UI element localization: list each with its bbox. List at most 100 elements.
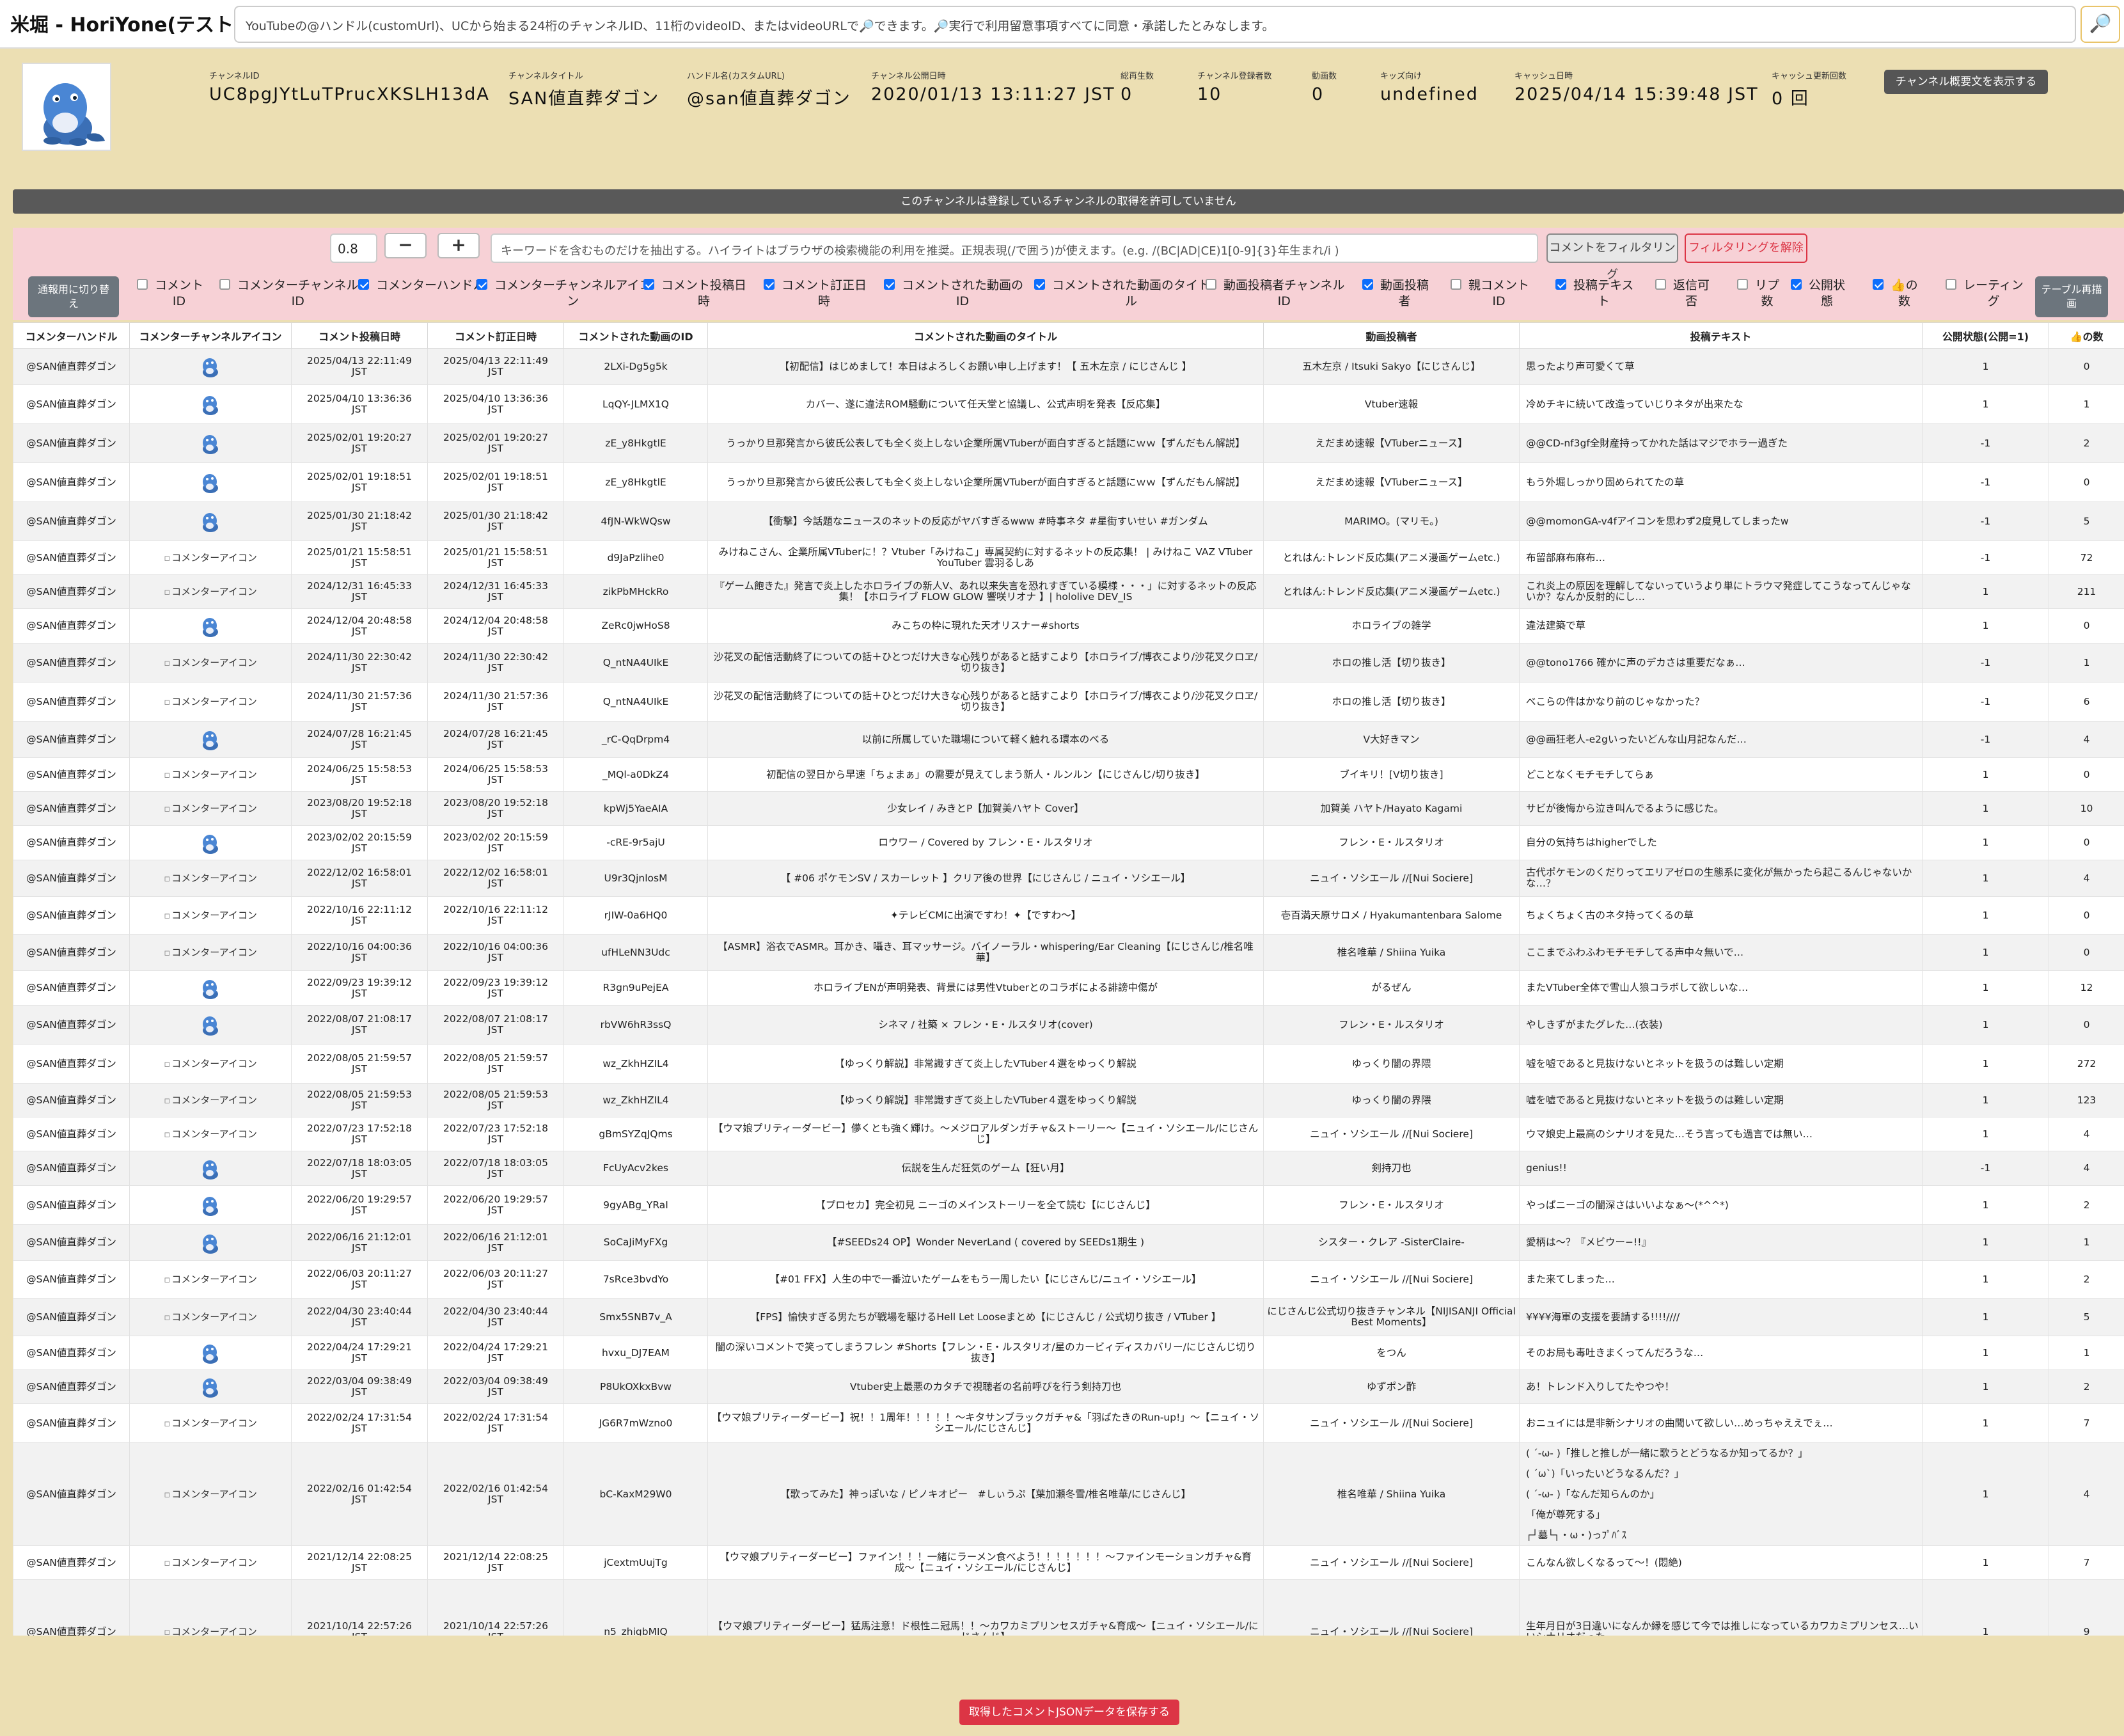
column-toggle-checkbox[interactable] <box>1655 279 1666 290</box>
col-header[interactable]: 👍の数 <box>2049 322 2124 349</box>
filter-comments-button[interactable]: コメントをフィルタリング <box>1546 233 1678 281</box>
cell-posted: 2025/02/01 19:20:27 JST <box>291 423 428 463</box>
table-row[interactable]: @SAN値直葬ダゴン 2022/06/20 19:29:57 JST 2022/06/… <box>13 1185 2124 1225</box>
cell-public-status: 1 <box>1922 1336 2049 1370</box>
column-toggle[interactable]: コメンターハンドル <box>358 278 485 294</box>
col-header[interactable]: コメントされた動画のID <box>563 322 708 349</box>
table-row[interactable]: @SAN値直葬ダゴンコメンターアイコン2022/10/16 22:11:12JS… <box>13 896 2124 935</box>
col-header[interactable]: 投稿テキスト <box>1519 322 1923 349</box>
column-toggle[interactable]: コメント投稿日時 <box>643 278 746 310</box>
table-row[interactable]: @SAN値直葬ダゴンコメンターアイコン2024/11/30 22:30:42JS… <box>13 643 2124 683</box>
column-toggle-checkbox[interactable] <box>1362 279 1373 290</box>
table-row[interactable]: @SAN値直葬ダゴン 2022/06/16 21:12:01 JST 2022/06/… <box>13 1224 2124 1261</box>
table-row[interactable]: @SAN値直葬ダゴン 2022/09/23 19:39:12 JST 2022/09/… <box>13 970 2124 1006</box>
cell-video-id: ZeRc0jwHoS8 <box>563 608 708 643</box>
column-toggle[interactable]: コメント訂正日時 <box>764 278 867 310</box>
table-row[interactable]: @SAN値直葬ダゴンコメンターアイコン2022/12/02 16:58:01JS… <box>13 860 2124 897</box>
column-toggle-checkbox[interactable] <box>219 279 230 290</box>
report-mode-button[interactable]: 通報用に切り替え <box>28 276 119 317</box>
column-toggle-checkbox[interactable] <box>1946 279 1956 290</box>
column-toggle[interactable]: 投稿テキスト <box>1555 278 1633 310</box>
decrement-button[interactable]: − <box>384 233 427 258</box>
table-row[interactable]: @SAN値直葬ダゴンコメンターアイコン2023/08/20 19:52:18JS… <box>13 791 2124 826</box>
table-row[interactable]: @SAN値直葬ダゴン 2025/04/10 13:36:36 JST 2025/04/… <box>13 384 2124 424</box>
column-toggle-checkbox[interactable] <box>1206 279 1216 290</box>
column-toggle-checkbox[interactable] <box>1873 279 1884 290</box>
column-toggle-checkbox[interactable] <box>1451 279 1461 290</box>
cell-public-status: 1 <box>1922 348 2049 385</box>
column-toggle-checkbox[interactable] <box>358 279 369 290</box>
table-row[interactable]: @SAN値直葬ダゴンコメンターアイコン2024/12/31 16:45:33JS… <box>13 574 2124 609</box>
table-row[interactable]: @SAN値直葬ダゴン 2025/02/01 19:18:51 JST 2025/02/… <box>13 462 2124 502</box>
column-toggle-checkbox[interactable] <box>1737 279 1748 290</box>
column-toggle-checkbox[interactable] <box>764 279 775 290</box>
column-toggle[interactable]: 動画投稿者 <box>1362 278 1429 310</box>
table-row[interactable]: @SAN値直葬ダゴンコメンターアイコン2021/12/14 22:08:25JS… <box>13 1545 2124 1580</box>
column-toggle-checkbox[interactable] <box>1034 279 1045 290</box>
col-header[interactable]: 動画投稿者 <box>1263 322 1520 349</box>
table-row[interactable]: @SAN値直葬ダゴン 2022/04/24 17:29:21 JST 2022/04/… <box>13 1336 2124 1370</box>
cell-video-id: JG6R7mWzno0 <box>563 1403 708 1443</box>
table-row[interactable]: @SAN値直葬ダゴンコメンターアイコン2021/10/14 22:57:26JS… <box>13 1579 2124 1636</box>
column-toggle-checkbox[interactable] <box>137 279 148 290</box>
table-row[interactable]: @SAN値直葬ダゴン 2025/04/13 22:11:49 JST 2025/04/… <box>13 348 2124 385</box>
table-row[interactable]: @SAN値直葬ダゴンコメンターアイコン2022/02/16 01:42:54JS… <box>13 1442 2124 1546</box>
table-row[interactable]: @SAN値直葬ダゴンコメンターアイコン2022/08/05 21:59:53JS… <box>13 1083 2124 1117</box>
col-header[interactable]: コメント訂正日時 <box>427 322 564 349</box>
table-row[interactable]: @SAN値直葬ダゴン 2023/02/02 20:15:59 JST 2023/02/… <box>13 825 2124 860</box>
column-toggle[interactable]: コメンターチャンネルアイコン <box>476 278 651 310</box>
search-input[interactable]: YouTubeの@ハンドル(customUrl)、UCから始まる24桁のチャンネ… <box>234 6 2076 43</box>
increment-button[interactable]: + <box>437 233 480 258</box>
column-toggle-checkbox[interactable] <box>1791 279 1802 290</box>
threshold-input[interactable]: 0.8 <box>330 233 377 263</box>
table-row[interactable]: @SAN値直葬ダゴン 2022/08/07 21:08:17 JST 2022/08/… <box>13 1005 2124 1045</box>
column-toggle[interactable]: コメントされた動画のタイトル <box>1034 278 1210 310</box>
column-toggle[interactable]: 動画投稿者チャンネル ID <box>1206 278 1344 310</box>
cell-posted-value: 2025/04/13 22:11:49 <box>307 355 412 367</box>
table-row[interactable]: @SAN値直葬ダゴンコメンターアイコン2022/07/23 17:52:18JS… <box>13 1117 2124 1151</box>
column-toggle[interactable]: コメンターチャンネル ID <box>219 278 358 310</box>
table-row[interactable]: @SAN値直葬ダゴンコメンターアイコン2022/04/30 23:40:44JS… <box>13 1298 2124 1336</box>
table-row[interactable]: @SAN値直葬ダゴンコメンターアイコン2022/02/24 17:31:54JS… <box>13 1403 2124 1443</box>
column-toggle-checkbox[interactable] <box>1555 279 1566 290</box>
cell-text: @@CD-nf3gf全財産持ってかれた話はマジでホラー過ぎた <box>1519 423 1923 463</box>
col-header[interactable]: コメントされた動画のタイトル <box>707 322 1264 349</box>
column-toggle[interactable]: コメントされた動画の ID <box>884 278 1023 310</box>
table-row[interactable]: @SAN値直葬ダゴンコメンターアイコン2022/08/05 21:59:57JS… <box>13 1044 2124 1084</box>
cell-video-id: 2LXi-Dg5g5k <box>563 348 708 385</box>
column-toggle-checkbox[interactable] <box>643 279 654 290</box>
cache-count-field: キャッシュ更新回数 0 回 <box>1772 69 1846 109</box>
table-row[interactable]: @SAN値直葬ダゴン 2022/03/04 09:38:49 JST 2022/03/… <box>13 1369 2124 1404</box>
column-toggle[interactable]: レーティング <box>1946 278 2024 310</box>
column-toggle-checkbox[interactable] <box>884 279 895 290</box>
table-row[interactable]: @SAN値直葬ダゴン 2022/07/18 18:03:05 JST 2022/07/… <box>13 1151 2124 1186</box>
column-toggle[interactable]: 👍の数 <box>1873 278 1918 310</box>
table-row[interactable]: @SAN値直葬ダゴン 2025/01/30 21:18:42 JST 2025/01/… <box>13 501 2124 541</box>
column-toggle[interactable]: コメント ID <box>137 278 203 310</box>
table-row[interactable]: @SAN値直葬ダゴンコメンターアイコン2022/10/16 04:00:36JS… <box>13 934 2124 971</box>
table-row[interactable]: @SAN値直葬ダゴン 2024/12/04 20:48:58 JST 2024/12/… <box>13 608 2124 643</box>
clear-filter-button[interactable]: フィルタリングを解除 <box>1685 233 1807 263</box>
table-row[interactable]: @SAN値直葬ダゴン 2024/07/28 16:21:45 JST 2024/07/… <box>13 721 2124 758</box>
col-header[interactable]: コメンターハンドル <box>13 322 130 349</box>
search-button[interactable]: 🔎 <box>2081 6 2120 43</box>
table-row[interactable]: @SAN値直葬ダゴンコメンターアイコン2024/11/30 21:57:36JS… <box>13 682 2124 722</box>
column-toggle[interactable]: 親コメント ID <box>1451 278 1529 310</box>
column-toggle[interactable]: 返信可否 <box>1655 278 1710 310</box>
table-row[interactable]: @SAN値直葬ダゴンコメンターアイコン2024/06/25 15:58:53JS… <box>13 757 2124 792</box>
column-toggle-checkbox[interactable] <box>476 279 487 290</box>
show-description-button[interactable]: チャンネル概要文を表示する <box>1884 70 2048 94</box>
col-header[interactable]: コメント投稿日時 <box>291 322 428 349</box>
timezone-label: JST <box>488 739 503 750</box>
keyword-input[interactable]: キーワードを含むものだけを抽出する。ハイライトはブラウザの検索機能の利用を推奨。… <box>491 233 1538 263</box>
table-row[interactable]: @SAN値直葬ダゴンコメンターアイコン2022/06/03 20:11:27JS… <box>13 1260 2124 1298</box>
cell-icon <box>129 348 292 385</box>
redraw-table-button[interactable]: テーブル再描画 <box>2035 276 2108 317</box>
col-header[interactable]: コメンターチャンネルアイコン <box>129 322 292 349</box>
column-toggle[interactable]: リプ数 <box>1737 278 1779 310</box>
table-row[interactable]: @SAN値直葬ダゴン 2025/02/01 19:20:27 JST 2025/02/… <box>13 423 2124 463</box>
col-header[interactable]: 公開状態(公開=1) <box>1922 322 2049 349</box>
table-row[interactable]: @SAN値直葬ダゴンコメンターアイコン2025/01/21 15:58:51JS… <box>13 541 2124 575</box>
column-toggle[interactable]: 公開状態 <box>1791 278 1845 310</box>
save-json-button[interactable]: 取得したコメントJSONデータを保存する <box>959 1700 1179 1725</box>
